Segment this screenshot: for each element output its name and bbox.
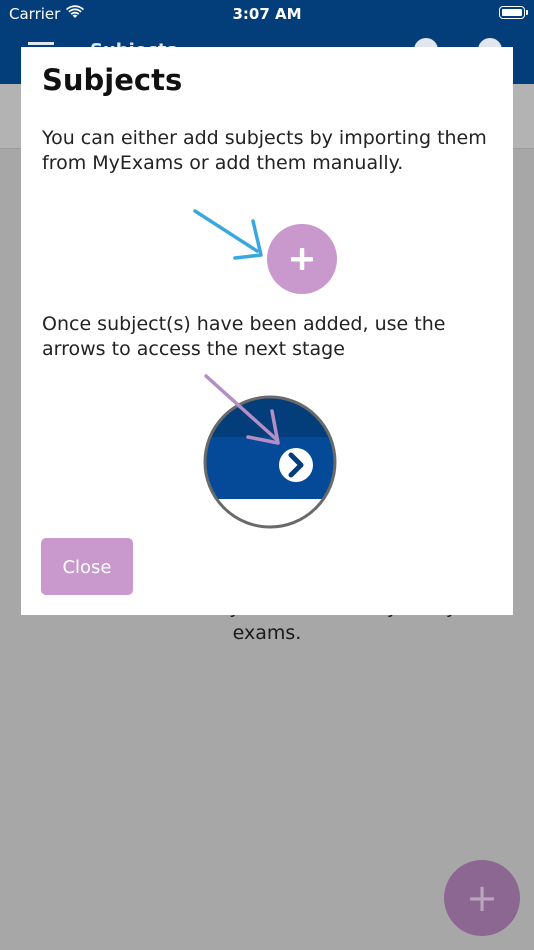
clock: 3:07 AM: [232, 5, 302, 23]
pointer-arrow-icon: [193, 209, 263, 260]
dialog-paragraph-arrows: Once subject(s) have been added, use the…: [42, 313, 446, 360]
status-bar: Carrier 3:07 AM: [0, 0, 534, 30]
close-button[interactable]: Close: [41, 538, 133, 595]
add-subject-fab[interactable]: +: [444, 860, 520, 936]
subjects-dialog: Subjects You can either add subjects by …: [21, 47, 513, 615]
next-arrow-illustration: [203, 374, 337, 529]
dialog-title: Subjects: [42, 63, 183, 97]
battery-icon: [499, 6, 528, 19]
chevron-right-icon: [279, 448, 313, 482]
dialog-paragraph-add: You can either add subjects by importing…: [42, 127, 487, 174]
add-button-illustration: [193, 209, 337, 294]
